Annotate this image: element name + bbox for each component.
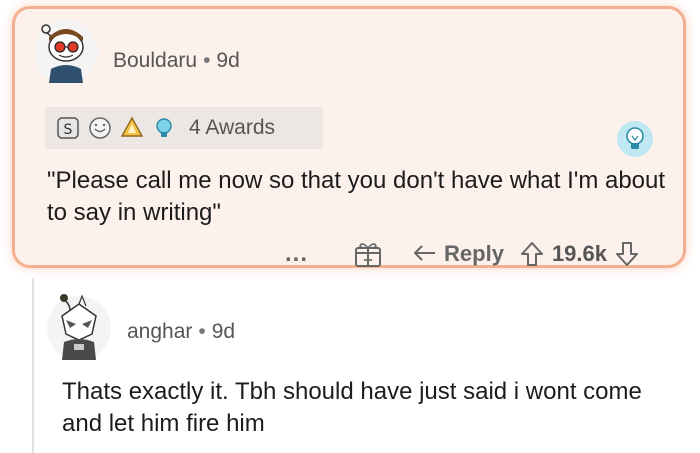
comment-body: "Please call me now so that you don't ha…	[47, 167, 666, 226]
user-avatar[interactable]	[46, 290, 112, 362]
reply-button[interactable]: Reply	[412, 241, 504, 267]
vote-score: 19.6k	[551, 241, 607, 266]
give-award-icon[interactable]	[352, 238, 384, 270]
more-options-button[interactable]: ...	[285, 240, 308, 268]
helpful-award-icon	[156, 118, 172, 137]
vote-widget: 19.6k	[520, 241, 639, 267]
svg-text:S: S	[64, 122, 73, 138]
comment-header: Bouldaru • 9d	[113, 49, 240, 73]
lightbulb-award-icon[interactable]	[615, 119, 655, 159]
reply-arrow-icon	[414, 245, 436, 261]
highlighted-comment-card: Bouldaru • 9d S 4 Awards "Please call me n…	[12, 6, 686, 268]
user-avatar[interactable]	[33, 19, 99, 85]
thread-line[interactable]	[32, 278, 34, 453]
author-name[interactable]: Bouldaru	[113, 49, 197, 72]
comment-age: 9d	[211, 320, 236, 343]
rocket-award-icon	[120, 116, 144, 137]
wholesome-award-icon	[89, 117, 111, 139]
comment-actions: ... Reply 19.6k	[285, 234, 700, 274]
awards-count: 4 Awards	[189, 116, 275, 139]
separator-dot: •	[203, 49, 211, 72]
comment-age: 9d	[216, 49, 240, 72]
reply-label: Reply	[444, 241, 504, 266]
reply-header: anghar • 9d	[127, 320, 235, 344]
silver-award-icon: S	[57, 117, 79, 139]
author-name[interactable]: anghar	[127, 320, 192, 343]
separator-dot: •	[198, 320, 206, 343]
awards-bar[interactable]: S 4 Awards	[45, 107, 323, 149]
reply-body: Thats exactly it. Tbh should have just s…	[62, 378, 642, 437]
upvote-icon[interactable]	[520, 241, 544, 267]
downvote-icon[interactable]	[615, 241, 639, 267]
